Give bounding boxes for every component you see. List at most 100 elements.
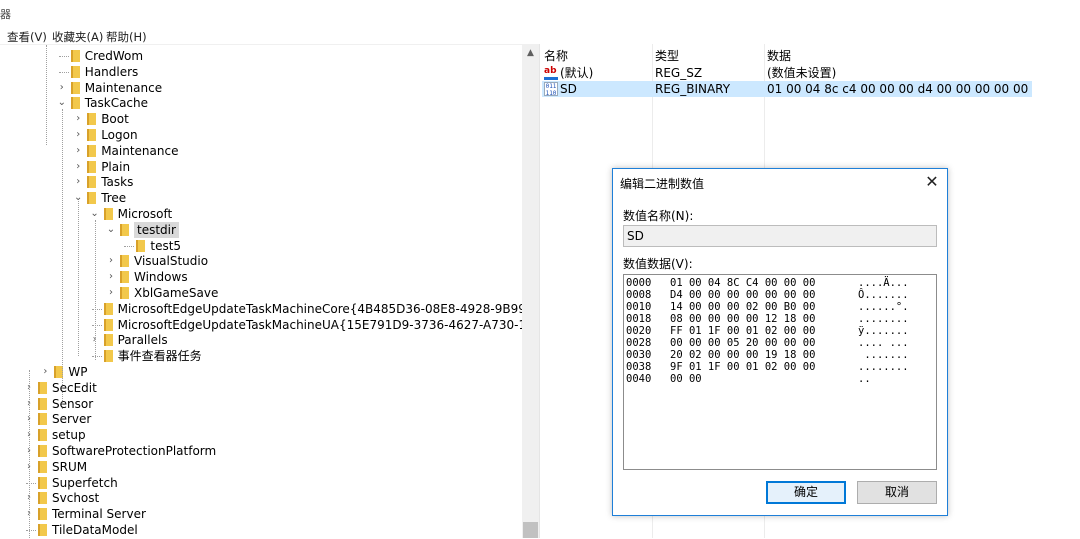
hex-line: 0008 D4 00 00 00 00 00 00 00 Ô....... xyxy=(626,289,934,301)
tree-guide-line xyxy=(78,201,79,356)
menu-view[interactable]: 查看(V) xyxy=(7,29,47,45)
tree-connector xyxy=(91,356,102,358)
folder-icon xyxy=(38,476,47,489)
hex-bytes: 20 02 00 00 00 19 18 00 xyxy=(670,349,816,361)
list-row[interactable]: ab (默认) REG_SZ (数值未设置) xyxy=(542,65,1032,81)
tree-connector xyxy=(26,530,36,531)
hex-line: 0000 01 00 04 8C C4 00 00 00 ....Ä... xyxy=(626,277,934,289)
folder-icon xyxy=(120,255,129,268)
menu-favorites[interactable]: 收藏夹(A) xyxy=(52,29,103,45)
tree-item[interactable]: › Sensor xyxy=(0,396,522,412)
tree-item-label: Tasks xyxy=(101,175,134,190)
tree-item[interactable]: › SoftwareProtectionPlatform xyxy=(0,443,522,459)
hex-ascii: ....... xyxy=(858,349,909,361)
dialog-title: 编辑二进制数值 xyxy=(620,177,705,191)
tree-item-label: Boot xyxy=(101,112,129,127)
registry-key-tree[interactable]: CredWom Handlers › Maintenance ⌄ TaskCache › Bo… xyxy=(0,44,522,539)
scroll-up-icon[interactable]: ▲ xyxy=(522,46,539,60)
folder-icon xyxy=(87,113,97,126)
tree-item[interactable]: TileDataModel xyxy=(0,522,522,538)
chevron-right-icon[interactable]: › xyxy=(106,253,116,269)
tree-item[interactable]: CredWom xyxy=(0,48,522,64)
hex-bytes: 14 00 00 00 02 00 B0 00 xyxy=(670,301,816,313)
folder-icon xyxy=(70,81,80,94)
cancel-button[interactable]: 取消 xyxy=(857,481,937,504)
tree-item[interactable]: › setup xyxy=(0,427,522,443)
column-name[interactable]: 名称 xyxy=(544,47,568,64)
tree-item-label: SRUM xyxy=(52,459,88,474)
tree-item[interactable]: ⌄ TaskCache xyxy=(0,95,522,111)
tree-item[interactable]: › Logon xyxy=(0,127,522,143)
hex-editor[interactable]: 0000 01 00 04 8C C4 00 00 00 ....Ä... 0008 D… xyxy=(623,274,937,470)
list-row[interactable]: 011 110 SD REG_BINARY 01 00 04 8c c4 00 0… xyxy=(542,81,1032,97)
chevron-right-icon[interactable]: › xyxy=(73,174,83,190)
tree-item-label: Superfetch xyxy=(52,475,118,490)
tree-item[interactable]: › SecEdit xyxy=(0,380,522,396)
tree-item[interactable]: › Svchost xyxy=(0,490,522,506)
menu-help[interactable]: 帮助(H) xyxy=(106,29,147,45)
folder-icon xyxy=(38,381,47,394)
tree-connector xyxy=(91,324,102,326)
folder-icon xyxy=(120,271,129,284)
chevron-right-icon[interactable]: › xyxy=(57,80,67,96)
tree-item[interactable]: › Plain xyxy=(0,159,522,175)
tree-item-label: TileDataModel xyxy=(52,523,138,537)
tree-scrollbar[interactable]: ▲ xyxy=(522,44,539,538)
hex-offset: 0008 xyxy=(626,289,652,301)
tree-guide-line xyxy=(29,370,30,539)
folder-icon xyxy=(103,334,113,347)
close-icon[interactable]: ✕ xyxy=(919,171,945,193)
tree-connector xyxy=(58,71,69,73)
hex-offset: 0010 xyxy=(626,301,652,313)
scrollbar-thumb[interactable] xyxy=(523,522,538,538)
tree-item[interactable]: › Maintenance xyxy=(0,143,522,159)
tree-connector xyxy=(58,56,69,57)
hex-offset: 0028 xyxy=(626,337,652,349)
value-name: (默认) xyxy=(560,66,594,80)
folder-icon xyxy=(70,50,80,62)
hex-offset: 0020 xyxy=(626,325,652,337)
hex-offset: 0038 xyxy=(626,361,652,373)
value-name: SD xyxy=(560,82,577,96)
chevron-right-icon[interactable]: › xyxy=(73,127,83,143)
tree-item[interactable]: › WP xyxy=(0,364,522,380)
edit-binary-value-dialog: 编辑二进制数值 ✕ 数值名称(N): SD 数值数据(V): 0000 01 00… xyxy=(612,168,948,516)
hex-line: 0040 00 00.. xyxy=(626,373,934,385)
folder-icon xyxy=(70,97,80,110)
ok-button[interactable]: 确定 xyxy=(766,481,846,504)
chevron-right-icon[interactable]: › xyxy=(73,111,83,127)
tree-item[interactable]: › Server xyxy=(0,411,522,427)
chevron-right-icon[interactable]: › xyxy=(106,269,116,285)
folder-icon xyxy=(38,429,47,442)
tree-item[interactable]: › Terminal Server xyxy=(0,506,522,522)
chevron-right-icon[interactable]: › xyxy=(73,159,83,175)
tree-guide-line xyxy=(62,109,63,409)
hex-ascii: ÿ....... xyxy=(858,325,909,337)
chevron-right-icon[interactable]: › xyxy=(106,285,116,301)
value-data: (数值未设置) xyxy=(767,66,837,80)
hex-bytes: 00 00 00 05 20 00 00 00 xyxy=(670,337,816,349)
tree-item-label: Svchost xyxy=(52,491,100,506)
value-data: 01 00 04 8c c4 00 00 00 d4 00 00 00 00 0… xyxy=(767,82,1032,96)
column-type[interactable]: 类型 xyxy=(655,47,679,64)
hex-ascii: ....Ä... xyxy=(858,277,909,289)
tree-connector xyxy=(91,308,102,310)
chevron-right-icon[interactable]: › xyxy=(73,143,83,159)
tree-item[interactable]: › SRUM xyxy=(0,459,522,475)
tree-item-label: Terminal Server xyxy=(52,507,146,522)
tree-item[interactable]: Handlers xyxy=(0,64,522,80)
tree-item[interactable]: Superfetch xyxy=(0,475,522,491)
tree-item[interactable]: › Tasks xyxy=(0,174,522,190)
folder-icon xyxy=(87,144,97,157)
tree-item-label: MicrosoftEdgeUpdateTaskMachineUA{15E791D… xyxy=(117,317,522,332)
chevron-right-icon[interactable]: › xyxy=(40,364,50,380)
tree-connector xyxy=(26,482,36,484)
tree-item-label: SecEdit xyxy=(52,380,97,395)
chevron-down-icon[interactable]: ⌄ xyxy=(106,222,116,238)
tree-item-label: testdir xyxy=(134,221,179,238)
hex-bytes: D4 00 00 00 00 00 00 00 xyxy=(670,289,816,301)
tree-guide-line xyxy=(46,45,47,145)
column-data[interactable]: 数据 xyxy=(767,47,791,64)
tree-item[interactable]: › Maintenance xyxy=(0,80,522,96)
tree-item[interactable]: › Boot xyxy=(0,111,522,127)
